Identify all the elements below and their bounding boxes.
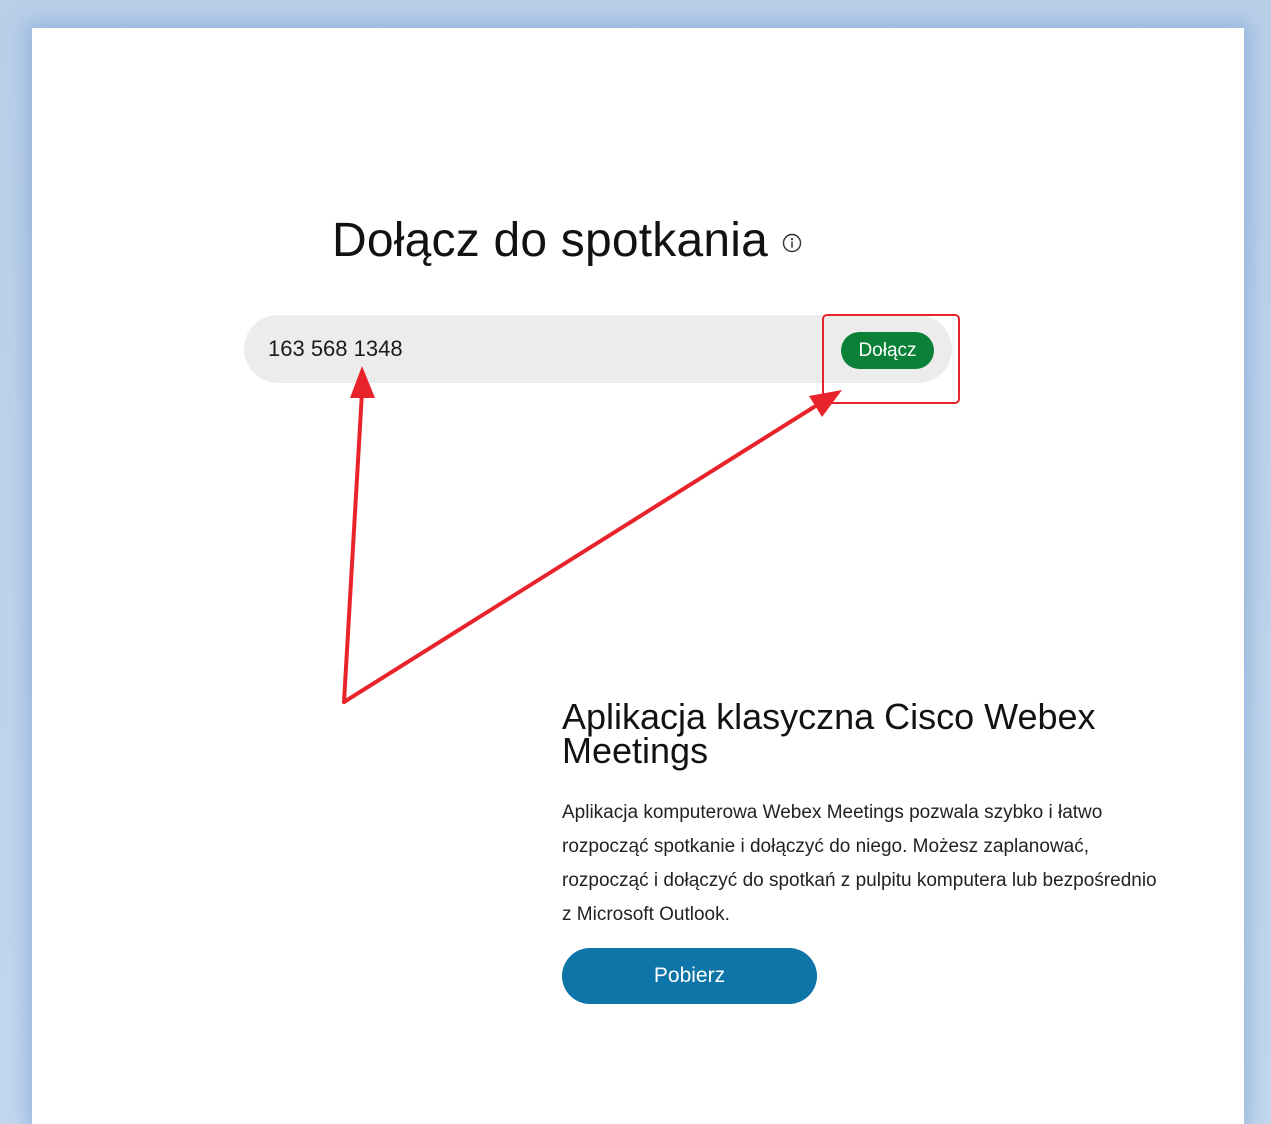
desktop-app-description: Aplikacja komputerowa Webex Meetings poz… bbox=[562, 802, 1157, 925]
annotation-highlight-box bbox=[822, 314, 960, 404]
desktop-app-title: Aplikacja klasyczna Cisco Webex Meetings bbox=[562, 696, 1096, 771]
info-icon[interactable] bbox=[782, 233, 802, 253]
desktop-app-section: Aplikacja klasyczna Cisco Webex Meetings… bbox=[562, 696, 1182, 1004]
meeting-number-input[interactable] bbox=[268, 329, 828, 369]
download-button[interactable]: Pobierz bbox=[562, 948, 817, 1004]
join-heading: Dołącz do spotkania bbox=[332, 208, 802, 272]
page-title: Dołącz do spotkania bbox=[332, 213, 769, 267]
